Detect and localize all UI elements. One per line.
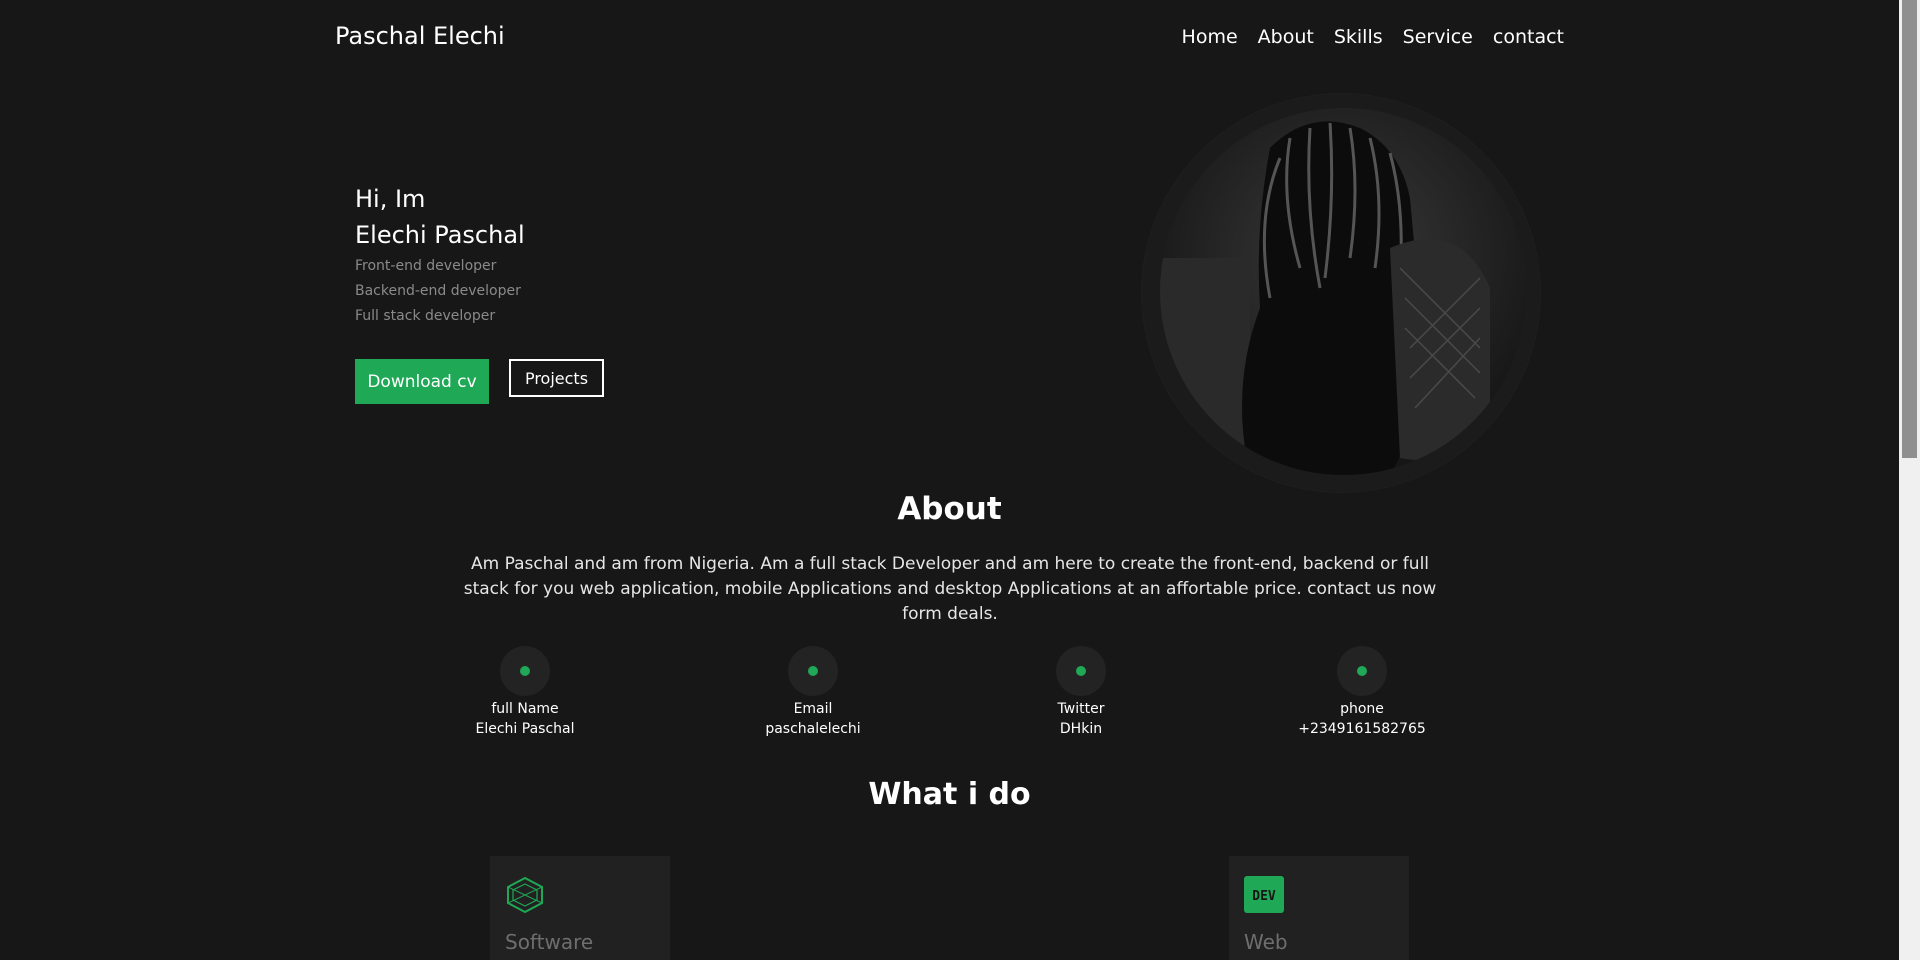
- services-title: What i do: [868, 777, 1031, 812]
- projects-button[interactable]: Projects: [509, 359, 604, 397]
- nav-skills[interactable]: Skills: [1334, 26, 1383, 48]
- service-card-web[interactable]: DEV Web: [1229, 856, 1409, 960]
- role-item: Front-end developer: [355, 258, 497, 274]
- role-item: Backend-end developer: [355, 283, 521, 299]
- portfolio-page: Paschal Elechi Home About Skills Service…: [0, 0, 1899, 960]
- service-card-title: Web: [1244, 930, 1288, 954]
- info-value[interactable]: DHkin: [981, 719, 1181, 739]
- twitter-icon: [1056, 646, 1106, 696]
- about-title: About: [897, 491, 1002, 527]
- info-label: Email: [793, 701, 833, 717]
- service-card-software[interactable]: Software: [490, 856, 670, 960]
- site-logo[interactable]: Paschal Elechi: [335, 22, 505, 50]
- hexagon-logo-icon: [505, 876, 545, 914]
- info-value[interactable]: +2349161582765: [1262, 719, 1462, 739]
- dev-logo-icon: DEV: [1244, 876, 1284, 914]
- hero-roles: Front-end developer Backend-end develope…: [355, 254, 521, 329]
- role-item: Full stack developer: [355, 308, 496, 324]
- profile-photo: [1160, 108, 1527, 475]
- info-value: Elechi Paschal: [475, 721, 575, 737]
- nav-home[interactable]: Home: [1182, 26, 1238, 48]
- vertical-scrollbar[interactable]: [1899, 0, 1920, 960]
- hero-heading: Hi, Im Elechi Paschal: [355, 181, 525, 253]
- info-phone: phone +2349161582765: [1262, 646, 1462, 739]
- main-nav: Home About Skills Service contact: [1182, 26, 1564, 48]
- nav-about[interactable]: About: [1258, 26, 1314, 48]
- scrollbar-thumb[interactable]: [1902, 0, 1917, 458]
- info-twitter: Twitter DHkin: [981, 646, 1181, 739]
- download-cv-button[interactable]: Download cv: [355, 359, 489, 404]
- about-text: Am Paschal and am from Nigeria. Am a ful…: [463, 554, 1437, 624]
- hero-greeting: Hi, Im: [355, 185, 426, 213]
- info-value[interactable]: paschalelechi: [713, 719, 913, 739]
- email-icon: [788, 646, 838, 696]
- dev-logo-text: DEV: [1252, 889, 1276, 904]
- nav-service[interactable]: Service: [1403, 26, 1473, 48]
- info-full-name: full Name Elechi Paschal: [425, 646, 625, 739]
- hero-name: Elechi Paschal: [355, 221, 525, 249]
- info-label: phone: [1340, 701, 1384, 717]
- info-email: Email paschalelechi: [713, 646, 913, 739]
- profile-photo-illustration: [1160, 108, 1527, 475]
- info-label: Twitter: [1057, 701, 1105, 717]
- info-label: full Name: [491, 701, 559, 717]
- user-icon: [500, 646, 550, 696]
- nav-contact[interactable]: contact: [1493, 26, 1564, 48]
- phone-icon: [1337, 646, 1387, 696]
- service-card-title: Software: [505, 930, 594, 954]
